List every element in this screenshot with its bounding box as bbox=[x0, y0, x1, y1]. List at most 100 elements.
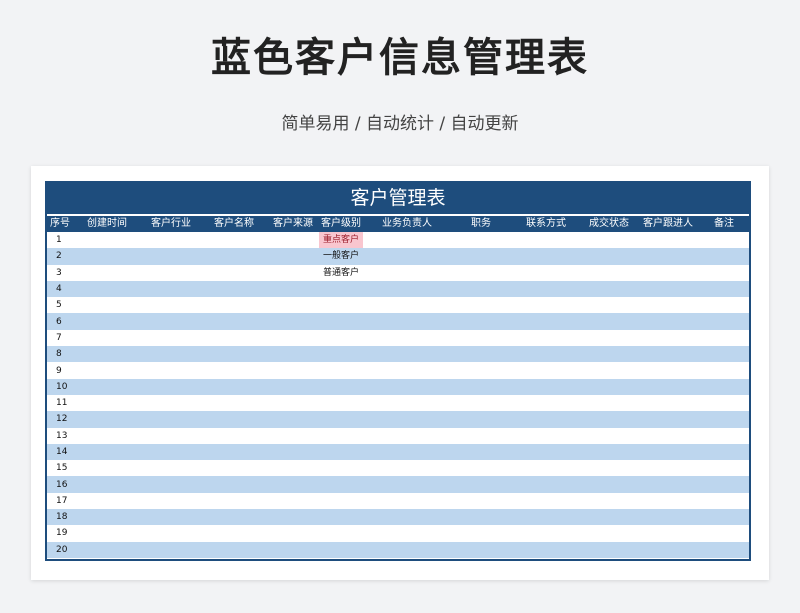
table-cell[interactable] bbox=[511, 460, 581, 477]
customer-level-cell[interactable] bbox=[319, 280, 363, 298]
table-cell[interactable] bbox=[363, 313, 451, 330]
customer-level-cell[interactable] bbox=[319, 411, 363, 428]
table-cell[interactable] bbox=[637, 264, 699, 281]
table-cell[interactable] bbox=[511, 232, 581, 249]
table-cell[interactable] bbox=[363, 297, 451, 314]
table-cell[interactable] bbox=[511, 509, 581, 526]
customer-level-cell[interactable] bbox=[319, 427, 363, 444]
table-cell[interactable] bbox=[581, 411, 637, 428]
table-cell[interactable] bbox=[511, 427, 581, 444]
table-cell[interactable] bbox=[201, 362, 267, 379]
customer-level-cell[interactable]: 重点客户 bbox=[319, 232, 363, 249]
table-cell[interactable] bbox=[699, 541, 749, 558]
table-cell[interactable] bbox=[141, 443, 201, 461]
row-number-cell[interactable]: 8 bbox=[47, 346, 73, 363]
table-cell[interactable] bbox=[511, 280, 581, 298]
table-cell[interactable] bbox=[363, 509, 451, 526]
table-cell[interactable] bbox=[267, 313, 319, 330]
row-number-cell[interactable]: 19 bbox=[47, 525, 73, 542]
table-cell[interactable] bbox=[363, 248, 451, 265]
table-cell[interactable] bbox=[141, 509, 201, 526]
table-cell[interactable] bbox=[267, 460, 319, 477]
table-cell[interactable] bbox=[581, 280, 637, 298]
table-cell[interactable] bbox=[581, 329, 637, 347]
column-header[interactable]: 客户跟进人 bbox=[637, 216, 699, 232]
table-cell[interactable] bbox=[581, 427, 637, 444]
table-cell[interactable] bbox=[451, 427, 511, 444]
customer-level-cell[interactable]: 一般客户 bbox=[319, 248, 363, 265]
column-header[interactable]: 客户来源 bbox=[267, 216, 319, 232]
table-cell[interactable] bbox=[141, 297, 201, 314]
table-cell[interactable] bbox=[201, 232, 267, 249]
table-cell[interactable] bbox=[201, 280, 267, 298]
table-cell[interactable] bbox=[581, 525, 637, 542]
table-cell[interactable] bbox=[201, 329, 267, 347]
row-number-cell[interactable]: 5 bbox=[47, 297, 73, 314]
table-cell[interactable] bbox=[201, 378, 267, 395]
table-cell[interactable] bbox=[699, 362, 749, 379]
table-cell[interactable] bbox=[201, 297, 267, 314]
table-cell[interactable] bbox=[141, 248, 201, 265]
table-cell[interactable] bbox=[363, 476, 451, 493]
table-cell[interactable] bbox=[451, 492, 511, 510]
table-cell[interactable] bbox=[141, 264, 201, 281]
table-cell[interactable] bbox=[201, 492, 267, 510]
table-cell[interactable] bbox=[581, 460, 637, 477]
table-cell[interactable] bbox=[511, 411, 581, 428]
table-cell[interactable] bbox=[637, 509, 699, 526]
table-cell[interactable] bbox=[511, 313, 581, 330]
table-cell[interactable] bbox=[363, 411, 451, 428]
table-cell[interactable] bbox=[363, 264, 451, 281]
table-cell[interactable] bbox=[141, 378, 201, 395]
table-cell[interactable] bbox=[699, 313, 749, 330]
table-cell[interactable] bbox=[363, 525, 451, 542]
table-cell[interactable] bbox=[637, 378, 699, 395]
table-cell[interactable] bbox=[201, 443, 267, 461]
table-cell[interactable] bbox=[363, 280, 451, 298]
table-cell[interactable] bbox=[451, 232, 511, 249]
table-cell[interactable] bbox=[699, 297, 749, 314]
table-cell[interactable] bbox=[267, 248, 319, 265]
table-cell[interactable] bbox=[451, 476, 511, 493]
table-cell[interactable] bbox=[581, 378, 637, 395]
column-header[interactable]: 联系方式 bbox=[511, 216, 581, 232]
table-cell[interactable] bbox=[141, 232, 201, 249]
row-number-cell[interactable]: 20 bbox=[47, 541, 73, 558]
row-number-cell[interactable]: 14 bbox=[47, 443, 73, 461]
table-cell[interactable] bbox=[637, 313, 699, 330]
table-cell[interactable] bbox=[73, 313, 141, 330]
table-cell[interactable] bbox=[201, 525, 267, 542]
row-number-cell[interactable]: 11 bbox=[47, 394, 73, 412]
table-cell[interactable] bbox=[73, 492, 141, 510]
table-cell[interactable] bbox=[73, 443, 141, 461]
table-cell[interactable] bbox=[511, 492, 581, 510]
table-cell[interactable] bbox=[637, 427, 699, 444]
customer-level-cell[interactable] bbox=[319, 362, 363, 379]
column-header[interactable]: 职务 bbox=[451, 216, 511, 232]
table-cell[interactable] bbox=[267, 541, 319, 558]
table-cell[interactable] bbox=[267, 346, 319, 363]
table-cell[interactable] bbox=[73, 264, 141, 281]
table-cell[interactable] bbox=[73, 280, 141, 298]
table-cell[interactable] bbox=[141, 492, 201, 510]
table-cell[interactable] bbox=[699, 248, 749, 265]
table-cell[interactable] bbox=[141, 346, 201, 363]
column-header[interactable]: 客户名称 bbox=[201, 216, 267, 232]
table-cell[interactable] bbox=[699, 280, 749, 298]
table-cell[interactable] bbox=[201, 346, 267, 363]
customer-level-cell[interactable] bbox=[319, 525, 363, 542]
table-cell[interactable] bbox=[581, 248, 637, 265]
table-cell[interactable] bbox=[699, 378, 749, 395]
table-cell[interactable] bbox=[581, 313, 637, 330]
table-cell[interactable] bbox=[511, 443, 581, 461]
table-cell[interactable] bbox=[141, 280, 201, 298]
row-number-cell[interactable]: 12 bbox=[47, 411, 73, 428]
table-cell[interactable] bbox=[267, 378, 319, 395]
table-cell[interactable] bbox=[581, 394, 637, 412]
table-cell[interactable] bbox=[141, 541, 201, 558]
row-number-cell[interactable]: 18 bbox=[47, 509, 73, 526]
table-cell[interactable] bbox=[141, 313, 201, 330]
customer-level-cell[interactable] bbox=[319, 346, 363, 363]
table-cell[interactable] bbox=[201, 427, 267, 444]
table-cell[interactable] bbox=[511, 378, 581, 395]
